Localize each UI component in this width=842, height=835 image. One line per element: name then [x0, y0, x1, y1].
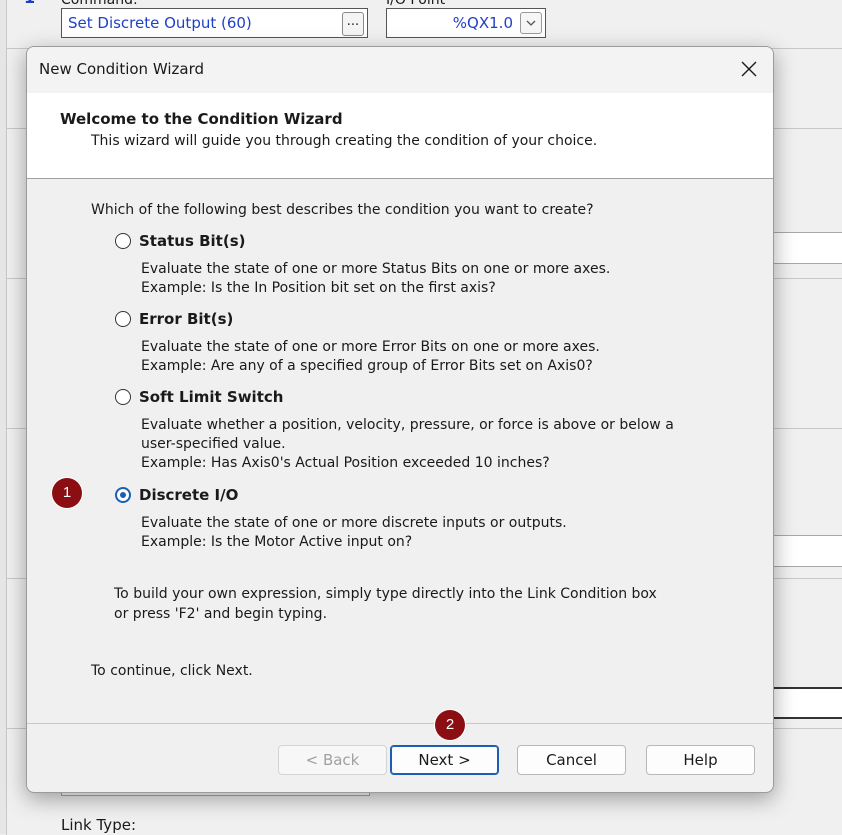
option-description-line: Example: Are any of a specified group of…: [141, 358, 593, 374]
io-point-dropdown-button[interactable]: [520, 12, 542, 34]
tip-line: To build your own expression, simply typ…: [114, 586, 657, 602]
option-label[interactable]: Soft Limit Switch: [139, 388, 283, 406]
option-description: Evaluate whether a position, velocity, p…: [141, 416, 731, 473]
option-description-line: Example: Has Axis0's Actual Position exc…: [141, 455, 550, 471]
link-type-label: Link Type:: [61, 816, 136, 834]
question-text: Which of the following best describes th…: [91, 202, 594, 218]
title-bar[interactable]: New Condition Wizard: [27, 47, 773, 93]
command-browse-button[interactable]: ...: [342, 12, 364, 36]
wizard-heading: Welcome to the Condition Wizard: [60, 110, 343, 128]
option-description-line: user-specified value.: [141, 436, 286, 452]
close-button[interactable]: [727, 47, 773, 93]
new-condition-wizard-dialog: New Condition Wizard Welcome to the Cond…: [26, 46, 774, 793]
continue-instruction: To continue, click Next.: [91, 663, 253, 679]
io-point-value: %QX1.0: [452, 14, 513, 32]
help-button[interactable]: Help: [646, 745, 755, 775]
option-description: Evaluate the state of one or more Error …: [141, 338, 731, 376]
radio-selected-dot: [120, 492, 126, 498]
footer-divider: [27, 723, 773, 724]
annotation-marker-1: 1: [52, 478, 82, 508]
row-number-indicator: 1: [24, 0, 35, 7]
option-label[interactable]: Error Bit(s): [139, 310, 233, 328]
expression-tip: To build your own expression, simply typ…: [114, 584, 657, 624]
tip-line: or press 'F2' and begin typing.: [114, 606, 328, 622]
back-button[interactable]: < Back: [278, 745, 387, 775]
wizard-content: Which of the following best describes th…: [27, 179, 773, 722]
io-point-field[interactable]: %QX1.0: [386, 8, 546, 38]
command-value: Set Discrete Output (60): [68, 14, 252, 32]
option-description-line: Evaluate whether a position, velocity, p…: [141, 417, 674, 433]
annotation-marker-2: 2: [435, 710, 465, 740]
radio-discrete-io[interactable]: [115, 487, 131, 503]
option-label[interactable]: Status Bit(s): [139, 232, 245, 250]
option-description-line: Evaluate the state of one or more discre…: [141, 515, 567, 531]
radio-soft-limit-switch[interactable]: [115, 389, 131, 405]
background-input[interactable]: [770, 535, 842, 567]
chevron-down-icon: [526, 20, 536, 26]
option-description: Evaluate the state of one or more discre…: [141, 514, 731, 552]
command-field[interactable]: Set Discrete Output (60) ...: [61, 8, 368, 38]
wizard-header: Welcome to the Condition Wizard This wiz…: [27, 93, 773, 179]
next-button[interactable]: Next >: [390, 745, 499, 775]
radio-status-bits[interactable]: [115, 233, 131, 249]
option-label[interactable]: Discrete I/O: [139, 486, 238, 504]
cancel-button[interactable]: Cancel: [517, 745, 626, 775]
option-description-line: Example: Is the In Position bit set on t…: [141, 280, 496, 296]
option-description: Evaluate the state of one or more Status…: [141, 260, 731, 298]
background-input[interactable]: [770, 687, 842, 719]
close-icon: [741, 61, 757, 77]
option-description-line: Evaluate the state of one or more Error …: [141, 339, 600, 355]
background-input[interactable]: [770, 232, 842, 264]
wizard-subheading: This wizard will guide you through creat…: [91, 133, 598, 149]
option-description-line: Example: Is the Motor Active input on?: [141, 534, 413, 550]
radio-error-bits[interactable]: [115, 311, 131, 327]
option-description-line: Evaluate the state of one or more Status…: [141, 261, 611, 277]
command-label: Command:: [61, 0, 138, 8]
io-point-label: I/O Point: [386, 0, 446, 8]
dialog-title: New Condition Wizard: [39, 60, 204, 78]
